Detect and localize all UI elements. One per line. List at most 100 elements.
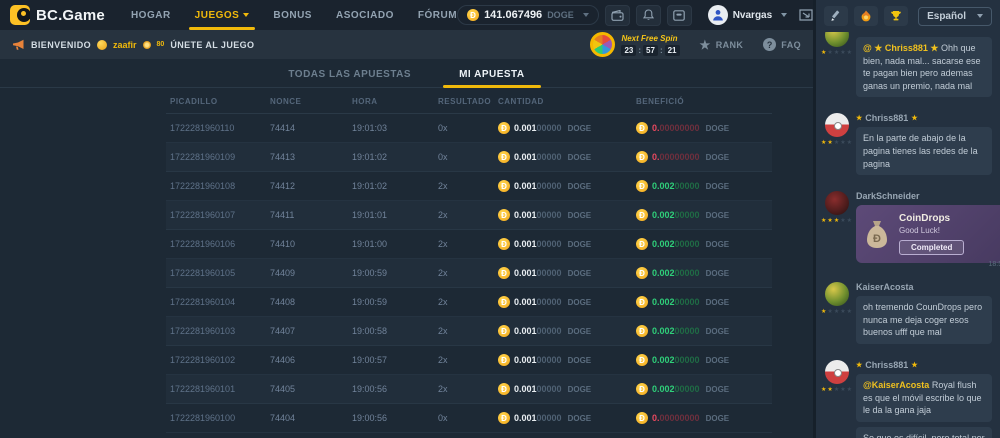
doge-coin-icon: Đ — [498, 325, 510, 337]
mention[interactable]: @ ★ Chriss881 ★ — [863, 43, 938, 53]
star-icon: ★ — [911, 114, 917, 122]
chat-username[interactable]: ★Chriss881★ — [856, 360, 918, 370]
chat-message: ★★★★★ KaiserAcosta oh tremendo CounDrops… — [824, 282, 992, 349]
wallet-button[interactable] — [605, 5, 630, 26]
chevron-down-icon — [781, 13, 787, 17]
table-row[interactable]: 1722281960101 74405 19:00:56 2x Đ0.00100… — [166, 375, 772, 404]
avatar[interactable] — [825, 282, 849, 306]
free-spin-widget[interactable]: Next Free Spin 23:57:21 — [590, 32, 679, 57]
money-bag-icon: Đ — [864, 219, 890, 249]
avatar[interactable] — [825, 113, 849, 137]
chat-language-selector[interactable]: Español — [918, 7, 992, 26]
bets-table: PICADILLO NONCE HORA RESULTADO CANTIDAD … — [166, 88, 772, 433]
svg-text:Đ: Đ — [873, 233, 881, 245]
nav-item-bonus[interactable]: BONUS — [273, 0, 312, 30]
doge-coin-icon: Đ — [498, 267, 510, 279]
vip-medal-icon — [143, 41, 151, 49]
nav-item-hogar[interactable]: HOGAR — [131, 0, 171, 30]
bets-tabs: TODAS LAS APUESTAS MI APUESTA — [0, 59, 813, 88]
user-level-stars: ★★★★★ — [821, 50, 852, 56]
welcome-greeting: BIENVENIDO — [31, 40, 91, 50]
doge-coin-icon: Đ — [498, 412, 510, 424]
mention[interactable]: @KaiserAcosta — [863, 380, 929, 390]
table-row[interactable]: 1722281960109 74413 19:01:02 0x Đ0.00100… — [166, 143, 772, 172]
chat-message: ★★★★★ ★Chriss881★ En la parte de abajo d… — [824, 113, 992, 180]
bc-game-logo[interactable]: BC.Game — [10, 5, 105, 25]
chat-rules-button[interactable] — [824, 6, 848, 26]
announced-username[interactable]: zaafir — [113, 40, 137, 50]
main-nav: HOGAR JUEGOS BONUS ASOCIADO FÓRUM — [131, 0, 457, 30]
notifications-button[interactable] — [636, 5, 661, 26]
chat-header: Español — [816, 0, 1000, 32]
hot-games-button[interactable] — [854, 6, 878, 26]
bc-game-logo-icon — [10, 5, 30, 25]
coindrops-card[interactable]: Đ CoinDrops Good Luck! Completed — [856, 205, 1000, 263]
free-spin-label: Next Free Spin — [621, 34, 679, 43]
chat-message: ★★★★★ ★Chriss881★ @KaiserAcosta Royal fl… — [824, 360, 992, 438]
chat-username[interactable]: KaiserAcosta — [856, 32, 992, 33]
user-menu[interactable]: Nvargas — [708, 5, 787, 25]
chat-username[interactable]: KaiserAcosta — [856, 282, 992, 292]
logo-text: BC.Game — [36, 7, 105, 24]
chat-bubble: @KaiserAcosta Royal flush es que el móvi… — [856, 374, 992, 422]
table-row[interactable]: 1722281960110 74414 19:01:03 0x Đ0.00100… — [166, 114, 772, 143]
doge-coin-icon: Đ — [636, 383, 648, 395]
user-level-stars: ★★★★★ — [821, 387, 852, 393]
chevron-down-icon — [243, 13, 249, 17]
rank-button[interactable]: ★ RANK — [700, 39, 744, 51]
chat-username[interactable]: DarkSchneider — [856, 191, 992, 201]
join-game-cta[interactable]: ÚNETE AL JUEGO — [170, 40, 254, 50]
doge-coin-icon: Đ — [498, 122, 510, 134]
coindrops-completed-button[interactable]: Completed — [899, 240, 964, 255]
doge-coin-icon: Đ — [498, 383, 510, 395]
user-level-stars: ★★★★★ — [821, 218, 852, 224]
timer-seconds: 21 — [665, 45, 680, 56]
avatar[interactable] — [825, 360, 849, 384]
header-profit: BENEFICIÓ — [632, 97, 772, 106]
star-icon: ★ — [911, 361, 917, 369]
tab-all-bets[interactable]: TODAS LAS APUESTAS — [286, 62, 413, 87]
table-row[interactable]: 1722281960106 74410 19:01:00 2x Đ0.00100… — [166, 230, 772, 259]
contest-button[interactable] — [884, 6, 908, 26]
person-icon — [711, 8, 725, 22]
table-row[interactable]: 1722281960105 74409 19:00:59 2x Đ0.00100… — [166, 259, 772, 288]
avatar[interactable] — [825, 32, 849, 47]
table-row[interactable]: 1722281960103 74407 19:00:58 2x Đ0.00100… — [166, 317, 772, 346]
faq-button[interactable]: ? FAQ — [763, 38, 801, 51]
balance-selector[interactable]: Đ 141.067496 DOGE — [457, 5, 599, 25]
trophy-icon — [890, 10, 902, 22]
question-mark-icon: ? — [763, 38, 776, 51]
vault-button[interactable] — [667, 5, 692, 26]
language-label: Español — [927, 11, 966, 22]
chat-message-list[interactable]: ★★★★★ KaiserAcosta @ ★ Chriss881 ★ Ohh q… — [816, 32, 1000, 438]
table-row[interactable]: 1722281960108 74412 19:01:02 2x Đ0.00100… — [166, 172, 772, 201]
star-icon: ★ — [856, 114, 862, 122]
table-row[interactable]: 1722281960104 74408 19:00:59 2x Đ0.00100… — [166, 288, 772, 317]
table-row[interactable]: 1722281960107 74411 19:01:01 2x Đ0.00100… — [166, 201, 772, 230]
announcement-bar: BIENVENIDO zaafir 80 ÚNETE AL JUEGO Next… — [0, 30, 813, 59]
chat-bubble: Se que es difícil ,pero total por probar — [856, 427, 992, 438]
nav-item-forum[interactable]: FÓRUM — [418, 0, 457, 30]
user-level-stars: ★★★★★ — [821, 140, 852, 146]
nav-item-juegos[interactable]: JUEGOS — [195, 0, 250, 30]
doge-coin-icon: Đ — [636, 151, 648, 163]
doge-coin-icon: Đ — [636, 209, 648, 221]
doge-coin-icon: Đ — [636, 238, 648, 250]
table-row[interactable]: 1722281960102 74406 19:00:57 2x Đ0.00100… — [166, 346, 772, 375]
main-area: BC.Game HOGAR JUEGOS BONUS ASOCIADO FÓRU… — [0, 0, 813, 438]
nav-item-asociado[interactable]: ASOCIADO — [336, 0, 394, 30]
doge-coin-icon: Đ — [636, 354, 648, 366]
avatar[interactable] — [825, 191, 849, 215]
tab-my-bet[interactable]: MI APUESTA — [457, 62, 527, 87]
doge-coin-icon: Đ — [636, 325, 648, 337]
header-nonce: NONCE — [266, 97, 348, 106]
chat-bubble: oh tremendo CounDrops pero nunca me deja… — [856, 296, 992, 344]
user-level-stars: ★★★★★ — [821, 309, 852, 315]
spin-wheel-icon — [590, 32, 615, 57]
doge-coin-icon: Đ — [498, 209, 510, 221]
chat-collapse-icon — [799, 9, 813, 21]
table-row[interactable]: 1722281960100 74404 19:00:56 0x Đ0.00100… — [166, 404, 772, 433]
star-icon: ★ — [856, 361, 862, 369]
chat-username[interactable]: ★Chriss881★ — [856, 113, 992, 123]
vault-icon — [673, 10, 685, 21]
